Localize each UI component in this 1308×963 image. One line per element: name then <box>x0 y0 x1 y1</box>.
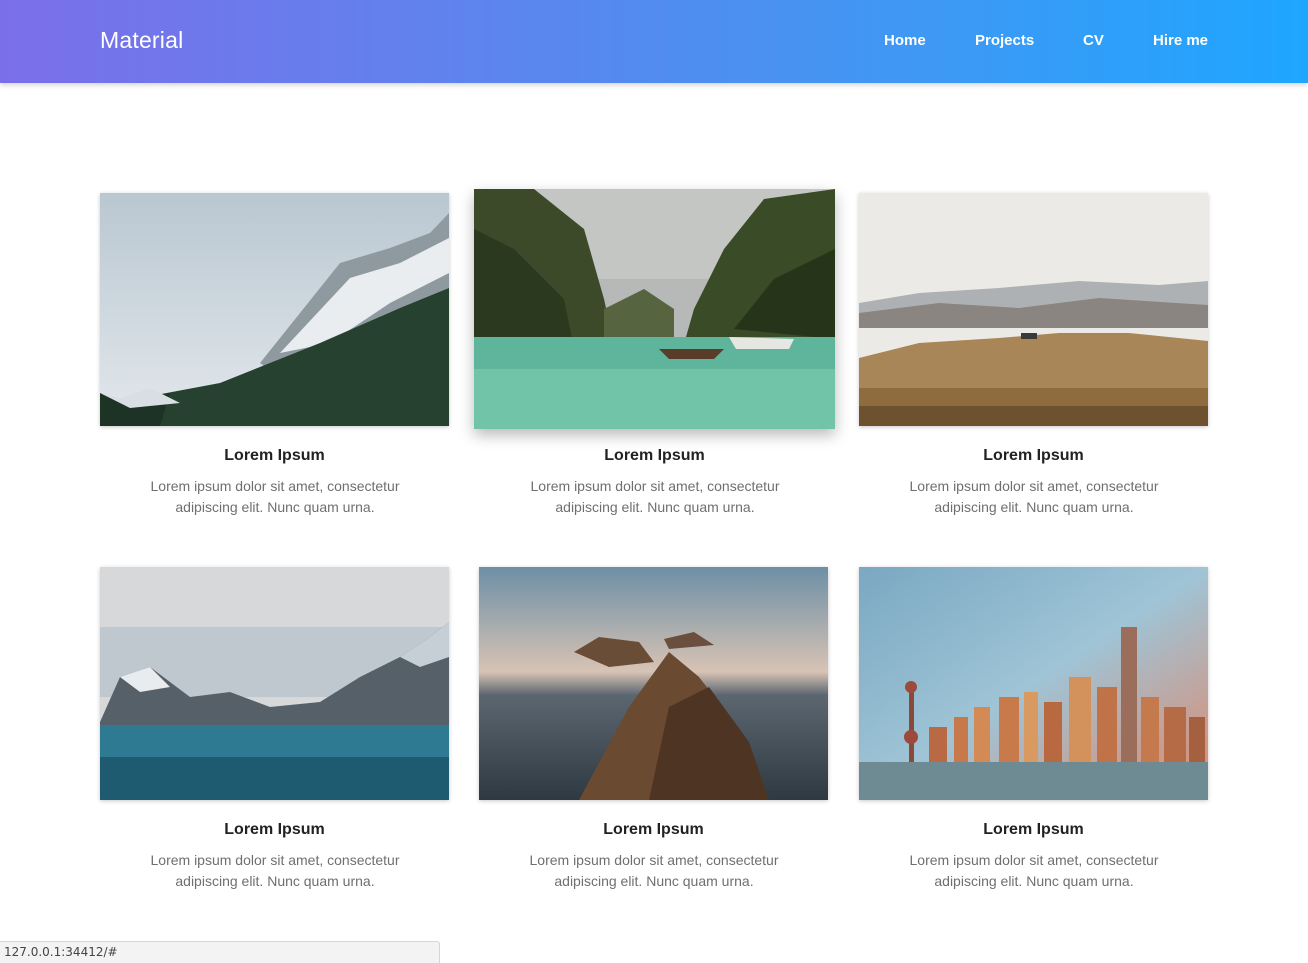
card-description: Lorem ipsum dolor sit amet, consectetur … <box>909 478 1159 515</box>
lagoon-photo[interactable] <box>474 189 835 429</box>
card-description: Lorem ipsum dolor sit amet, consectetur … <box>150 852 400 889</box>
nav-link-cv[interactable]: CV <box>1083 32 1104 49</box>
card-description: Lorem ipsum dolor sit amet, consectetur … <box>529 852 779 889</box>
card-description: Lorem ipsum dolor sit amet, consectetur … <box>150 478 400 515</box>
skyline-photo[interactable] <box>859 567 1208 800</box>
nav-link-hire-me[interactable]: Hire me <box>1153 32 1208 49</box>
lake-photo[interactable] <box>100 567 449 800</box>
card-description: Lorem ipsum dolor sit amet, consectetur … <box>530 478 780 515</box>
nav-link-projects[interactable]: Projects <box>975 32 1034 49</box>
top-app-bar: Material Home Projects CV Hire me <box>0 0 1308 83</box>
card-title: Lorem Ipsum <box>224 447 325 464</box>
hills-photo[interactable] <box>859 193 1208 426</box>
card-description: Lorem ipsum dolor sit amet, consectetur … <box>909 852 1159 889</box>
main-nav: Home Projects CV Hire me <box>0 32 1308 52</box>
card-title: Lorem Ipsum <box>604 447 705 464</box>
nav-link-home[interactable]: Home <box>884 32 926 49</box>
status-bar-url: 127.0.0.1:34412/# <box>0 941 440 963</box>
card-title: Lorem Ipsum <box>983 447 1084 464</box>
card-title: Lorem Ipsum <box>224 821 325 838</box>
card-title: Lorem Ipsum <box>983 821 1084 838</box>
card-title: Lorem Ipsum <box>603 821 704 838</box>
coast-photo[interactable] <box>479 567 828 800</box>
mountain-photo[interactable] <box>100 193 449 426</box>
